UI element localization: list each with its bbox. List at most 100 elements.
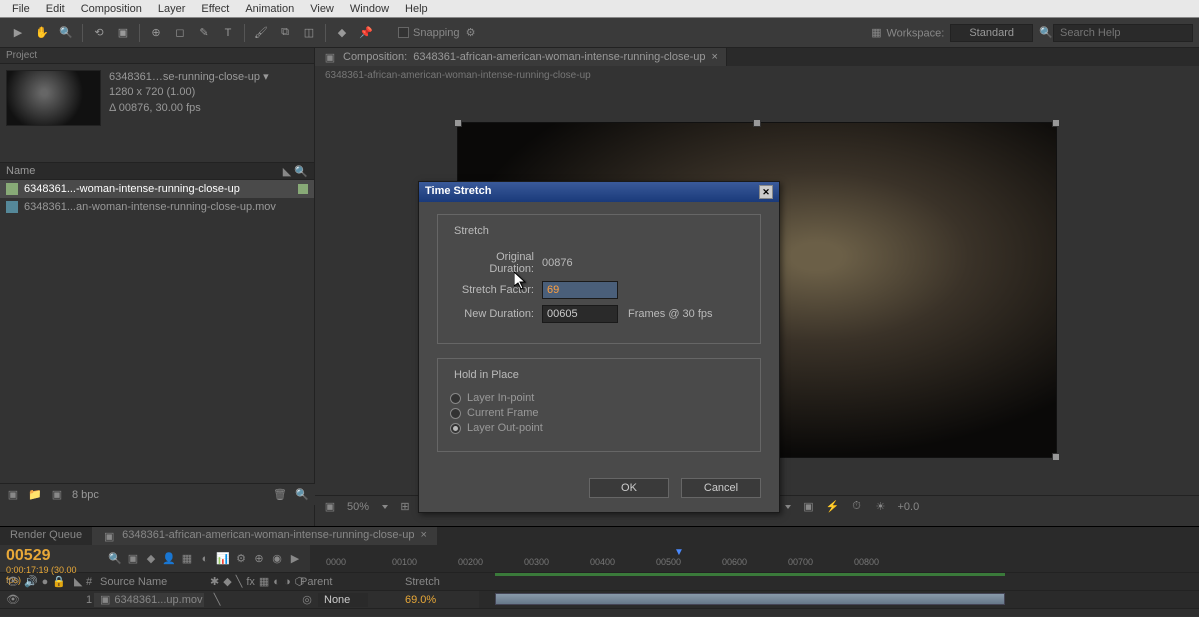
playhead-icon[interactable]: ▼ xyxy=(674,547,684,558)
zoom-dropdown[interactable]: 50% xyxy=(347,501,369,513)
timeline-layer-row[interactable]: 👁 1 ▣6348361...up.mov ╲ ◎None 69.0% xyxy=(0,591,1199,609)
pixel-aspect-icon[interactable]: ▣ xyxy=(801,500,815,514)
puppet-tool-icon[interactable]: 📌 xyxy=(356,23,376,43)
radio-layer-in[interactable]: Layer In-point xyxy=(450,392,748,404)
expand-icon[interactable]: ⊕ xyxy=(252,552,266,566)
workspace-dropdown[interactable]: Standard xyxy=(950,24,1033,42)
visibility-icon[interactable]: 👁 xyxy=(6,575,20,589)
mblur-icon[interactable]: ◐ xyxy=(273,575,280,589)
selection-tool-icon[interactable]: ▶ xyxy=(8,23,28,43)
shape-tool-icon[interactable]: ◻ xyxy=(170,23,190,43)
transform-handle[interactable] xyxy=(1052,453,1060,461)
render-queue-tab[interactable]: Render Queue xyxy=(0,527,92,545)
grid-icon[interactable]: ⊞ xyxy=(398,500,412,514)
composition-tab[interactable]: ▣ Composition: 6348361-african-american-… xyxy=(315,48,727,66)
snapping-checkbox[interactable] xyxy=(398,27,409,38)
stretch-factor-input[interactable] xyxy=(542,281,618,299)
menu-file[interactable]: File xyxy=(4,1,38,17)
close-tab-icon[interactable]: × xyxy=(420,529,426,543)
cancel-button[interactable]: Cancel xyxy=(681,478,761,498)
new-comp-icon[interactable]: ▣ xyxy=(50,488,64,502)
rotate-tool-icon[interactable]: ⟲ xyxy=(89,23,109,43)
solo-icon[interactable]: ● xyxy=(42,575,49,589)
transform-handle[interactable] xyxy=(753,119,761,127)
interpret-icon[interactable]: ▣ xyxy=(6,488,20,502)
render-icon[interactable]: ▶ xyxy=(288,552,302,566)
hand-tool-icon[interactable]: ✋ xyxy=(32,23,52,43)
stretch-value[interactable]: 69.0% xyxy=(399,594,479,606)
snapping-options-icon[interactable]: ⚙ xyxy=(464,26,478,40)
camera-tool-icon[interactable]: ▣ xyxy=(113,23,133,43)
close-icon[interactable]: ✕ xyxy=(759,185,773,199)
menu-layer[interactable]: Layer xyxy=(150,1,194,17)
menu-composition[interactable]: Composition xyxy=(73,1,150,17)
comp-mini-icon[interactable]: ▣ xyxy=(126,552,140,566)
close-tab-icon[interactable]: × xyxy=(711,51,717,63)
layer-clip[interactable] xyxy=(495,593,1005,605)
adj-icon[interactable]: ◑ xyxy=(284,575,291,589)
parent-col[interactable]: Parent xyxy=(294,576,399,588)
text-tool-icon[interactable]: T xyxy=(218,23,238,43)
quality-icon[interactable]: ╲ xyxy=(236,575,243,589)
label-column-icon[interactable]: ◣ xyxy=(280,164,294,178)
new-duration-input[interactable] xyxy=(542,305,618,323)
eraser-tool-icon[interactable]: ◫ xyxy=(299,23,319,43)
exposure-value[interactable]: +0.0 xyxy=(897,501,919,513)
menu-help[interactable]: Help xyxy=(397,1,436,17)
frame-blend-icon[interactable]: ▦ xyxy=(180,552,194,566)
project-item-comp[interactable]: 6348361...-woman-intense-running-close-u… xyxy=(0,180,314,198)
audio-icon[interactable]: 🔊 xyxy=(24,575,38,589)
radio-layer-out[interactable]: Layer Out-point xyxy=(450,422,748,434)
time-ruler[interactable]: 0000 00100 00200 00300 00400 00500 00600… xyxy=(310,545,1199,572)
menu-view[interactable]: View xyxy=(302,1,342,17)
quality-switch[interactable]: ╲ xyxy=(210,593,224,607)
stretch-col[interactable]: Stretch xyxy=(399,576,479,588)
comp-breadcrumb[interactable]: 6348361-african-american-woman-intense-r… xyxy=(315,66,1199,85)
project-item-footage[interactable]: 6348361...an-woman-intense-running-close… xyxy=(0,198,314,216)
search-column-icon[interactable]: 🔍 xyxy=(294,164,308,178)
anchor-tool-icon[interactable]: ⊕ xyxy=(146,23,166,43)
search-project-icon[interactable]: 🔍 xyxy=(295,488,309,502)
new-folder-icon[interactable]: 📁 xyxy=(28,488,42,502)
dialog-titlebar[interactable]: Time Stretch ✕ xyxy=(419,182,779,202)
name-column[interactable]: Name xyxy=(6,165,35,177)
fast-preview-icon[interactable]: ⚡ xyxy=(825,500,839,514)
brainstorm-icon[interactable]: ⚙ xyxy=(234,552,248,566)
transform-handle[interactable] xyxy=(454,119,462,127)
timeline-icon[interactable]: ⏱ xyxy=(849,500,863,514)
project-thumbnail[interactable] xyxy=(6,70,101,126)
collapse-icon[interactable]: ◉ xyxy=(270,552,284,566)
timeline-comp-tab[interactable]: ▣ 6348361-african-american-woman-intense… xyxy=(92,527,437,545)
roto-tool-icon[interactable]: ◆ xyxy=(332,23,352,43)
pickwhip-icon[interactable]: ◎ xyxy=(300,593,314,607)
draft3d-icon[interactable]: ◆ xyxy=(144,552,158,566)
hide-shy-icon[interactable]: 👤 xyxy=(162,552,176,566)
color-depth[interactable]: 8 bpc xyxy=(72,489,99,501)
lock-icon[interactable]: 🔒 xyxy=(52,575,66,589)
radio-current-frame[interactable]: Current Frame xyxy=(450,407,748,419)
transform-handle[interactable] xyxy=(1052,119,1060,127)
clone-tool-icon[interactable]: ⧉ xyxy=(275,23,295,43)
trash-icon[interactable]: 🗑 xyxy=(273,488,287,502)
menu-edit[interactable]: Edit xyxy=(38,1,73,17)
menu-animation[interactable]: Animation xyxy=(237,1,302,17)
switches-icon[interactable]: ✱ xyxy=(210,575,219,589)
flowchart-icon[interactable]: ☀ xyxy=(873,500,887,514)
brush-tool-icon[interactable]: 🖌 xyxy=(251,23,271,43)
menu-window[interactable]: Window xyxy=(342,1,397,17)
roi-icon[interactable]: ▣ xyxy=(323,500,337,514)
search-timeline-icon[interactable]: 🔍 xyxy=(108,552,122,566)
search-help-input[interactable] xyxy=(1053,24,1193,42)
collapse-icon[interactable]: ◆ xyxy=(223,575,231,589)
menu-effect[interactable]: Effect xyxy=(193,1,237,17)
project-tab[interactable]: Project xyxy=(0,48,314,64)
motion-blur-icon[interactable]: ◐ xyxy=(198,552,212,566)
zoom-tool-icon[interactable]: 🔍 xyxy=(56,23,76,43)
visibility-toggle[interactable]: 👁 xyxy=(6,593,20,607)
graph-editor-icon[interactable]: 📊 xyxy=(216,552,230,566)
source-name-col[interactable]: Source Name xyxy=(94,576,204,588)
pen-tool-icon[interactable]: ✎ xyxy=(194,23,214,43)
parent-dropdown[interactable]: None xyxy=(318,593,368,607)
ok-button[interactable]: OK xyxy=(589,478,669,498)
fx-icon[interactable]: fx xyxy=(246,575,255,589)
